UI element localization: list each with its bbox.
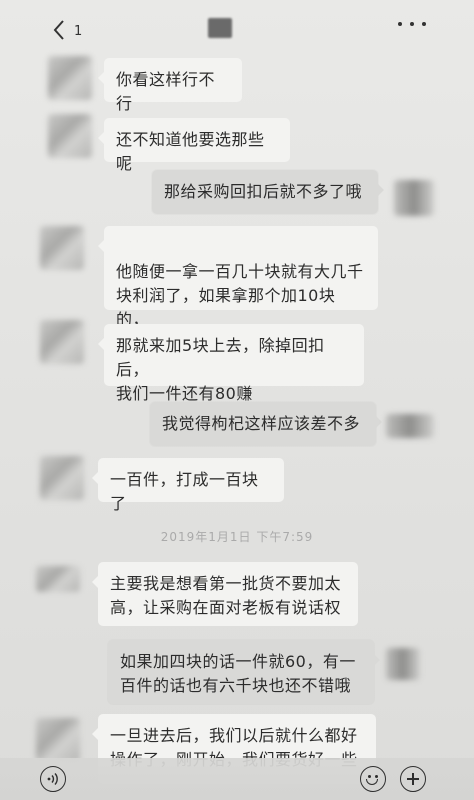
avatar[interactable] bbox=[40, 320, 84, 364]
back-button[interactable]: 1 bbox=[52, 16, 92, 44]
avatar[interactable] bbox=[40, 456, 84, 500]
chat-screen: 1 你看这样行不行 还不知道他要选那些呢 那给采购回扣后就不多了哦 他随便一拿一… bbox=[0, 0, 474, 800]
message-bubble[interactable]: 我觉得枸杞这样应该差不多 bbox=[150, 402, 382, 446]
more-dots-icon bbox=[398, 22, 402, 26]
unread-count: 1 bbox=[74, 23, 83, 39]
avatar[interactable] bbox=[40, 226, 84, 270]
plus-button[interactable] bbox=[400, 766, 426, 792]
contact-name-redacted bbox=[208, 18, 232, 38]
message-bubble[interactable]: 主要我是想看第一批货不要加太 高，让采购在面对老板有说话权 bbox=[92, 562, 358, 626]
message-bubble[interactable]: 你看这样行不行 bbox=[98, 58, 242, 113]
more-button[interactable] bbox=[398, 14, 426, 34]
emoji-icon bbox=[368, 775, 371, 778]
message-bubble[interactable]: 他随便一拿一百几十块就有大几千 块利润了，如果拿那个加10块的， 一百块我们就有… bbox=[98, 226, 378, 353]
avatar[interactable] bbox=[48, 56, 92, 100]
input-bar bbox=[0, 758, 474, 800]
voice-button[interactable] bbox=[40, 766, 66, 792]
message-bubble[interactable]: 还不知道他要选那些呢 bbox=[98, 118, 290, 173]
avatar[interactable] bbox=[36, 718, 80, 762]
avatar[interactable] bbox=[36, 566, 80, 592]
chevron-left-icon bbox=[53, 20, 64, 40]
message-bubble[interactable]: 一百件，打成一百块了 bbox=[92, 458, 284, 513]
message-timestamp: 2019年1月1日 下午7:59 bbox=[160, 530, 314, 544]
message-bubble[interactable]: 那给采购回扣后就不多了哦 bbox=[152, 170, 384, 214]
avatar[interactable] bbox=[386, 648, 420, 680]
avatar[interactable] bbox=[48, 114, 92, 158]
emoji-button[interactable] bbox=[360, 766, 386, 792]
avatar[interactable] bbox=[394, 180, 434, 216]
message-bubble[interactable]: 那就来加5块上去，除掉回扣后， 我们一件还有80赚 bbox=[98, 324, 364, 403]
voice-icon bbox=[47, 773, 58, 785]
avatar[interactable] bbox=[386, 414, 434, 438]
message-bubble[interactable]: 如果加四块的话一件就60，有一 百件的话也有六千块也还不错哦 bbox=[108, 640, 380, 704]
chat-header: 1 bbox=[0, 0, 474, 52]
